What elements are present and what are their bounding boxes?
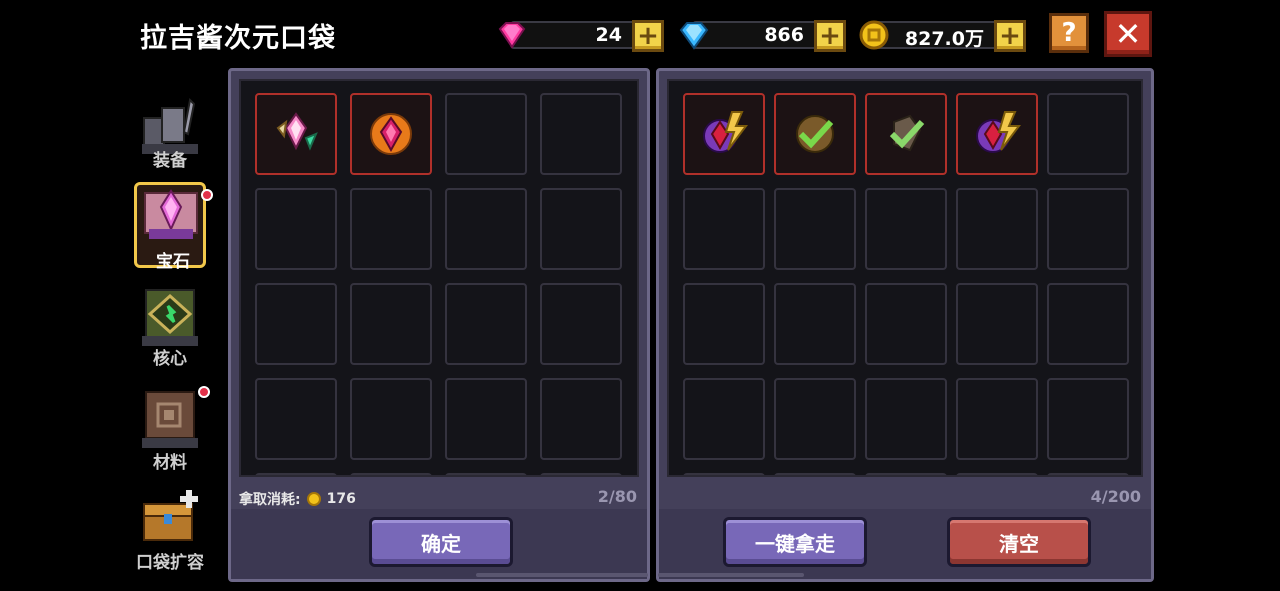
gold-coin-icon	[859, 20, 889, 50]
pocket-slot-1[interactable]	[255, 93, 337, 175]
take-cost-value: 176	[326, 491, 356, 507]
storage-slot-11[interactable]	[683, 283, 765, 365]
green-check-gem-icon-2	[889, 114, 925, 152]
storage-slot-16[interactable]	[683, 378, 765, 460]
storage-grid-area[interactable]	[667, 79, 1143, 477]
nav-label-material: 材料	[153, 453, 187, 473]
pocket-slot-13[interactable]	[255, 378, 337, 460]
pocket-slot-8[interactable]	[540, 188, 622, 270]
pocket-slot-6[interactable]	[350, 188, 432, 270]
help-button[interactable]: ?	[1049, 13, 1089, 53]
take-all-button[interactable]: 一键拿走	[723, 517, 867, 567]
nav-item-material[interactable]: 材料	[134, 386, 210, 478]
nav-label-equipment: 装备	[153, 151, 187, 171]
storage-slot-14[interactable]	[956, 283, 1038, 365]
storage-slot-17[interactable]	[774, 378, 856, 460]
storage-slot-7[interactable]	[774, 188, 856, 270]
storage-scrollbar[interactable]	[658, 573, 804, 577]
storage-slot-15[interactable]	[1047, 283, 1129, 365]
pink-wing-gem-icon	[276, 112, 318, 151]
pocket-slot-11[interactable]	[445, 283, 527, 365]
pocket-grid-area[interactable]	[239, 79, 639, 477]
storage-slot-4[interactable]	[956, 93, 1038, 175]
storage-slot-19[interactable]	[956, 378, 1038, 460]
storage-slot-2[interactable]	[774, 93, 856, 175]
storage-slot-9[interactable]	[956, 188, 1038, 270]
storage-slot-3[interactable]	[865, 93, 947, 175]
nav-label-pocket-expand: 口袋扩容	[136, 553, 204, 573]
gem-icon	[144, 189, 198, 239]
pocket-slot-12[interactable]	[540, 283, 622, 365]
nav-item-gem[interactable]: 宝石	[134, 182, 213, 272]
storage-slot-6[interactable]	[683, 188, 765, 270]
pocket-panel: 拿取消耗: 176 2/80 确定	[228, 68, 650, 582]
diamond-value: 866	[764, 24, 804, 46]
pocket-slot-7[interactable]	[445, 188, 527, 270]
storage-slot-12[interactable]	[774, 283, 856, 365]
pocket-slot-17[interactable]	[255, 473, 337, 475]
storage-panel: 4/200 一键拿走 清空	[656, 68, 1154, 582]
pocket-scrollbar[interactable]	[476, 573, 648, 577]
storage-slot-20[interactable]	[1047, 378, 1129, 460]
nav-label-gem: 宝石	[156, 252, 190, 272]
storage-count: 4/200	[1090, 487, 1141, 506]
pocket-slot-20[interactable]	[540, 473, 622, 475]
gold-value: 827.0万	[904, 28, 984, 50]
storage-slot-18[interactable]	[865, 378, 947, 460]
nav-item-core[interactable]: 核心	[134, 286, 206, 376]
pocket-slot-14[interactable]	[350, 378, 432, 460]
pocket-slot-3[interactable]	[445, 93, 527, 175]
storage-slot-22[interactable]	[774, 473, 856, 475]
close-button[interactable]: ✕	[1104, 11, 1152, 57]
pocket-slot-16[interactable]	[540, 378, 622, 460]
green-check-gem-icon	[796, 115, 834, 153]
storage-slot-24[interactable]	[956, 473, 1038, 475]
storage-slot-13[interactable]	[865, 283, 947, 365]
pocket-slot-5[interactable]	[255, 188, 337, 270]
storage-slot-25[interactable]	[1047, 473, 1129, 475]
material-icon	[142, 391, 198, 448]
coin-icon	[306, 492, 321, 506]
pocket-count: 2/80	[597, 487, 637, 506]
pocket-slot-19[interactable]	[445, 473, 527, 475]
nav-item-pocket-expand[interactable]: 口袋扩容	[130, 488, 210, 578]
pocket-slot-2[interactable]	[350, 93, 432, 175]
storage-slot-8[interactable]	[865, 188, 947, 270]
core-icon	[142, 289, 198, 346]
storage-slot-1[interactable]	[683, 93, 765, 175]
storage-grid	[683, 93, 1129, 475]
take-cost: 拿取消耗: 176	[239, 489, 356, 509]
purple-lightning-gem-icon-2	[976, 111, 1021, 153]
storage-slot-23[interactable]	[865, 473, 947, 475]
pocket-slot-9[interactable]	[255, 283, 337, 365]
pink-gem-icon	[498, 22, 526, 49]
storage-slot-21[interactable]	[683, 473, 765, 475]
gold-currency: 827.0万 +	[858, 18, 1030, 52]
diamond-currency: 866 +	[678, 18, 850, 52]
take-cost-label: 拿取消耗:	[239, 492, 301, 508]
pink-gem-value: 24	[595, 24, 622, 46]
pocket-slot-15[interactable]	[445, 378, 527, 460]
pocket-slot-4[interactable]	[540, 93, 622, 175]
diamond-icon	[679, 22, 709, 50]
clear-button[interactable]: 清空	[947, 517, 1091, 567]
orange-flame-gem-icon	[370, 113, 412, 155]
gem-notification-badge	[201, 189, 213, 201]
nav-label-core: 核心	[153, 349, 187, 369]
pocket-slot-10[interactable]	[350, 283, 432, 365]
storage-slot-10[interactable]	[1047, 188, 1129, 270]
add-gold-button[interactable]: +	[994, 20, 1026, 52]
add-pink-gem-button[interactable]: +	[632, 20, 664, 52]
confirm-button[interactable]: 确定	[369, 517, 513, 567]
pocket-grid	[255, 93, 622, 475]
pocket-slot-18[interactable]	[350, 473, 432, 475]
chest-icon	[143, 490, 198, 541]
material-notification-badge	[198, 386, 210, 398]
add-diamond-button[interactable]: +	[814, 20, 846, 52]
purple-lightning-gem-icon	[703, 111, 748, 153]
storage-slot-5[interactable]	[1047, 93, 1129, 175]
nav-item-equipment[interactable]: 装备	[134, 94, 206, 184]
pink-gem-currency: 24 +	[496, 18, 668, 52]
page-title: 拉吉酱次元口袋	[140, 23, 336, 54]
